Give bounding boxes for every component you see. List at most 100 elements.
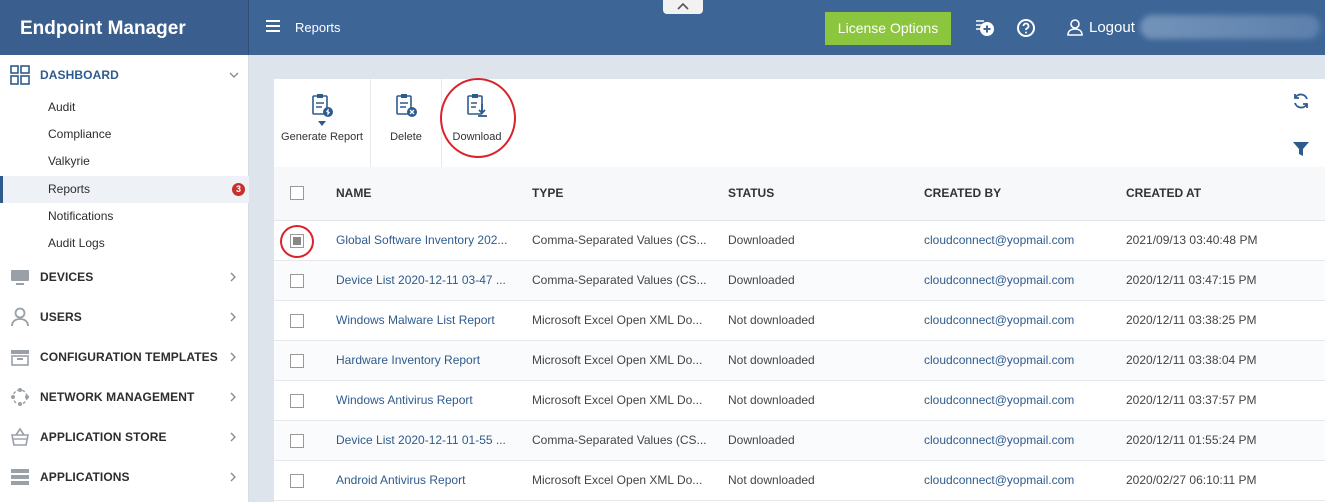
row-checkbox[interactable] [290, 314, 304, 328]
license-options-button[interactable]: License Options [825, 12, 951, 45]
user-icon [11, 307, 29, 327]
column-header-created-at[interactable]: CREATED AT [1126, 186, 1201, 200]
report-type: Comma-Separated Values (CS... [532, 273, 707, 287]
row-checkbox[interactable] [290, 354, 304, 368]
help-icon[interactable] [1015, 17, 1037, 39]
table-row[interactable]: Android Antivirus Report Microsoft Excel… [274, 461, 1325, 501]
table-row[interactable]: Hardware Inventory Report Microsoft Exce… [274, 341, 1325, 381]
chevron-right-icon [230, 432, 236, 442]
report-type: Microsoft Excel Open XML Do... [532, 353, 703, 367]
chevron-right-icon [230, 312, 236, 322]
hamburger-menu-icon[interactable] [266, 20, 280, 34]
column-header-name[interactable]: NAME [336, 186, 371, 200]
logout-label: Logout [1089, 18, 1135, 36]
row-checkbox[interactable] [290, 394, 304, 408]
report-name-link[interactable]: Device List 2020-12-11 01-55 ... [336, 433, 506, 447]
chevron-right-icon [230, 352, 236, 362]
report-name-link[interactable]: Device List 2020-12-11 03-47 ... [336, 273, 506, 287]
sidebar-section-applications[interactable]: APPLICATIONS [0, 457, 249, 497]
chevron-right-icon [230, 472, 236, 482]
reports-panel: Generate Report Delete Download NAME TYP… [274, 78, 1325, 502]
sidebar-section-configuration-templates[interactable]: CONFIGURATION TEMPLATES [0, 337, 249, 377]
generate-report-icon [312, 94, 333, 117]
filter-icon[interactable] [1291, 139, 1311, 159]
created-by-link[interactable]: cloudconnect@yopmail.com [924, 393, 1074, 407]
chevron-down-icon [229, 72, 239, 78]
sidebar-section-application-store[interactable]: APPLICATION STORE [0, 417, 249, 457]
sidebar-section-label: APPLICATIONS [40, 470, 130, 484]
row-checkbox[interactable] [290, 474, 304, 488]
sidebar-section-dashboard[interactable]: DASHBOARD [0, 55, 249, 95]
generate-report-label: Generate Report [281, 131, 363, 143]
generate-report-button[interactable]: Generate Report [274, 79, 370, 167]
table-row[interactable]: Windows Malware List Report Microsoft Ex… [274, 301, 1325, 341]
refresh-icon[interactable] [1291, 91, 1311, 111]
created-by-link[interactable]: cloudconnect@yopmail.com [924, 353, 1074, 367]
sidebar-section-network-management[interactable]: NETWORK MANAGEMENT [0, 377, 249, 417]
report-type: Microsoft Excel Open XML Do... [532, 473, 703, 487]
delete-label: Delete [390, 131, 422, 143]
sidebar-section-users[interactable]: USERS [0, 297, 249, 337]
table-row[interactable]: Device List 2020-12-11 01-55 ... Comma-S… [274, 421, 1325, 461]
sidebar-section-label: DEVICES [40, 270, 94, 284]
sidebar-item-notifications[interactable]: Notifications [0, 203, 249, 230]
report-status: Downloaded [728, 273, 795, 287]
top-bar: Endpoint Manager Reports License Options… [0, 0, 1325, 55]
created-by-link[interactable]: cloudconnect@yopmail.com [924, 273, 1074, 287]
report-status: Downloaded [728, 433, 795, 447]
table-row[interactable]: Windows Antivirus Report Microsoft Excel… [274, 381, 1325, 421]
report-name-link[interactable]: Global Software Inventory 202... [336, 233, 507, 247]
row-checkbox[interactable] [290, 434, 304, 448]
sidebar-item-reports[interactable]: Reports 3 [0, 176, 249, 203]
breadcrumb: Reports [295, 20, 341, 35]
report-type: Comma-Separated Values (CS... [532, 433, 707, 447]
sidebar-section-devices[interactable]: DEVICES [0, 257, 249, 297]
report-name-link[interactable]: Windows Antivirus Report [336, 393, 473, 407]
created-at: 2020/12/11 03:47:15 PM [1126, 273, 1257, 287]
report-status: Not downloaded [728, 353, 815, 367]
report-type: Comma-Separated Values (CS... [532, 233, 707, 247]
dashboard-grid-icon [10, 65, 30, 85]
sidebar-section-label: APPLICATION STORE [40, 430, 167, 444]
app-title[interactable]: Endpoint Manager [0, 0, 249, 55]
column-header-status[interactable]: STATUS [728, 186, 774, 200]
collapse-header-tab[interactable] [663, 0, 703, 14]
created-at: 2020/12/11 03:38:25 PM [1126, 313, 1257, 327]
sidebar-item-audit[interactable]: Audit [0, 94, 249, 121]
user-icon [1067, 19, 1083, 36]
created-by-link[interactable]: cloudconnect@yopmail.com [924, 473, 1074, 487]
templates-icon [11, 350, 29, 366]
created-at: 2021/09/13 03:40:48 PM [1126, 233, 1258, 247]
sidebar-item-label: Reports [48, 182, 91, 196]
report-name-link[interactable]: Android Antivirus Report [336, 473, 465, 487]
sidebar-section-label: CONFIGURATION TEMPLATES [40, 350, 218, 364]
download-highlight-circle [440, 78, 516, 158]
created-by-link[interactable]: cloudconnect@yopmail.com [924, 233, 1074, 247]
add-notification-icon[interactable] [974, 17, 996, 39]
column-header-type[interactable]: TYPE [532, 186, 563, 200]
sidebar-item-compliance[interactable]: Compliance [0, 121, 249, 148]
devices-icon [11, 270, 29, 285]
chevron-right-icon [230, 392, 236, 402]
sidebar-item-audit-logs[interactable]: Audit Logs [0, 230, 249, 257]
logout-button[interactable]: Logout [1066, 18, 1135, 36]
sidebar-section-label: NETWORK MANAGEMENT [40, 390, 195, 404]
created-by-link[interactable]: cloudconnect@yopmail.com [924, 313, 1074, 327]
select-all-checkbox[interactable] [290, 186, 304, 200]
table-row[interactable]: Global Software Inventory 202... Comma-S… [274, 221, 1325, 261]
sidebar-item-valkyrie[interactable]: Valkyrie [0, 148, 249, 175]
report-name-link[interactable]: Hardware Inventory Report [336, 353, 480, 367]
report-type: Microsoft Excel Open XML Do... [532, 313, 703, 327]
network-icon [11, 388, 29, 406]
redacted-username [1140, 15, 1320, 39]
created-at: 2020/12/11 01:55:24 PM [1126, 433, 1257, 447]
delete-button[interactable]: Delete [371, 79, 441, 167]
applications-icon [11, 469, 29, 485]
row-checkbox[interactable] [290, 274, 304, 288]
delete-report-icon [396, 94, 417, 117]
report-name-link[interactable]: Windows Malware List Report [336, 313, 495, 327]
created-by-link[interactable]: cloudconnect@yopmail.com [924, 433, 1074, 447]
table-row[interactable]: Device List 2020-12-11 03-47 ... Comma-S… [274, 261, 1325, 301]
sidebar-section-label: USERS [40, 310, 82, 324]
column-header-created-by[interactable]: CREATED BY [924, 186, 1001, 200]
